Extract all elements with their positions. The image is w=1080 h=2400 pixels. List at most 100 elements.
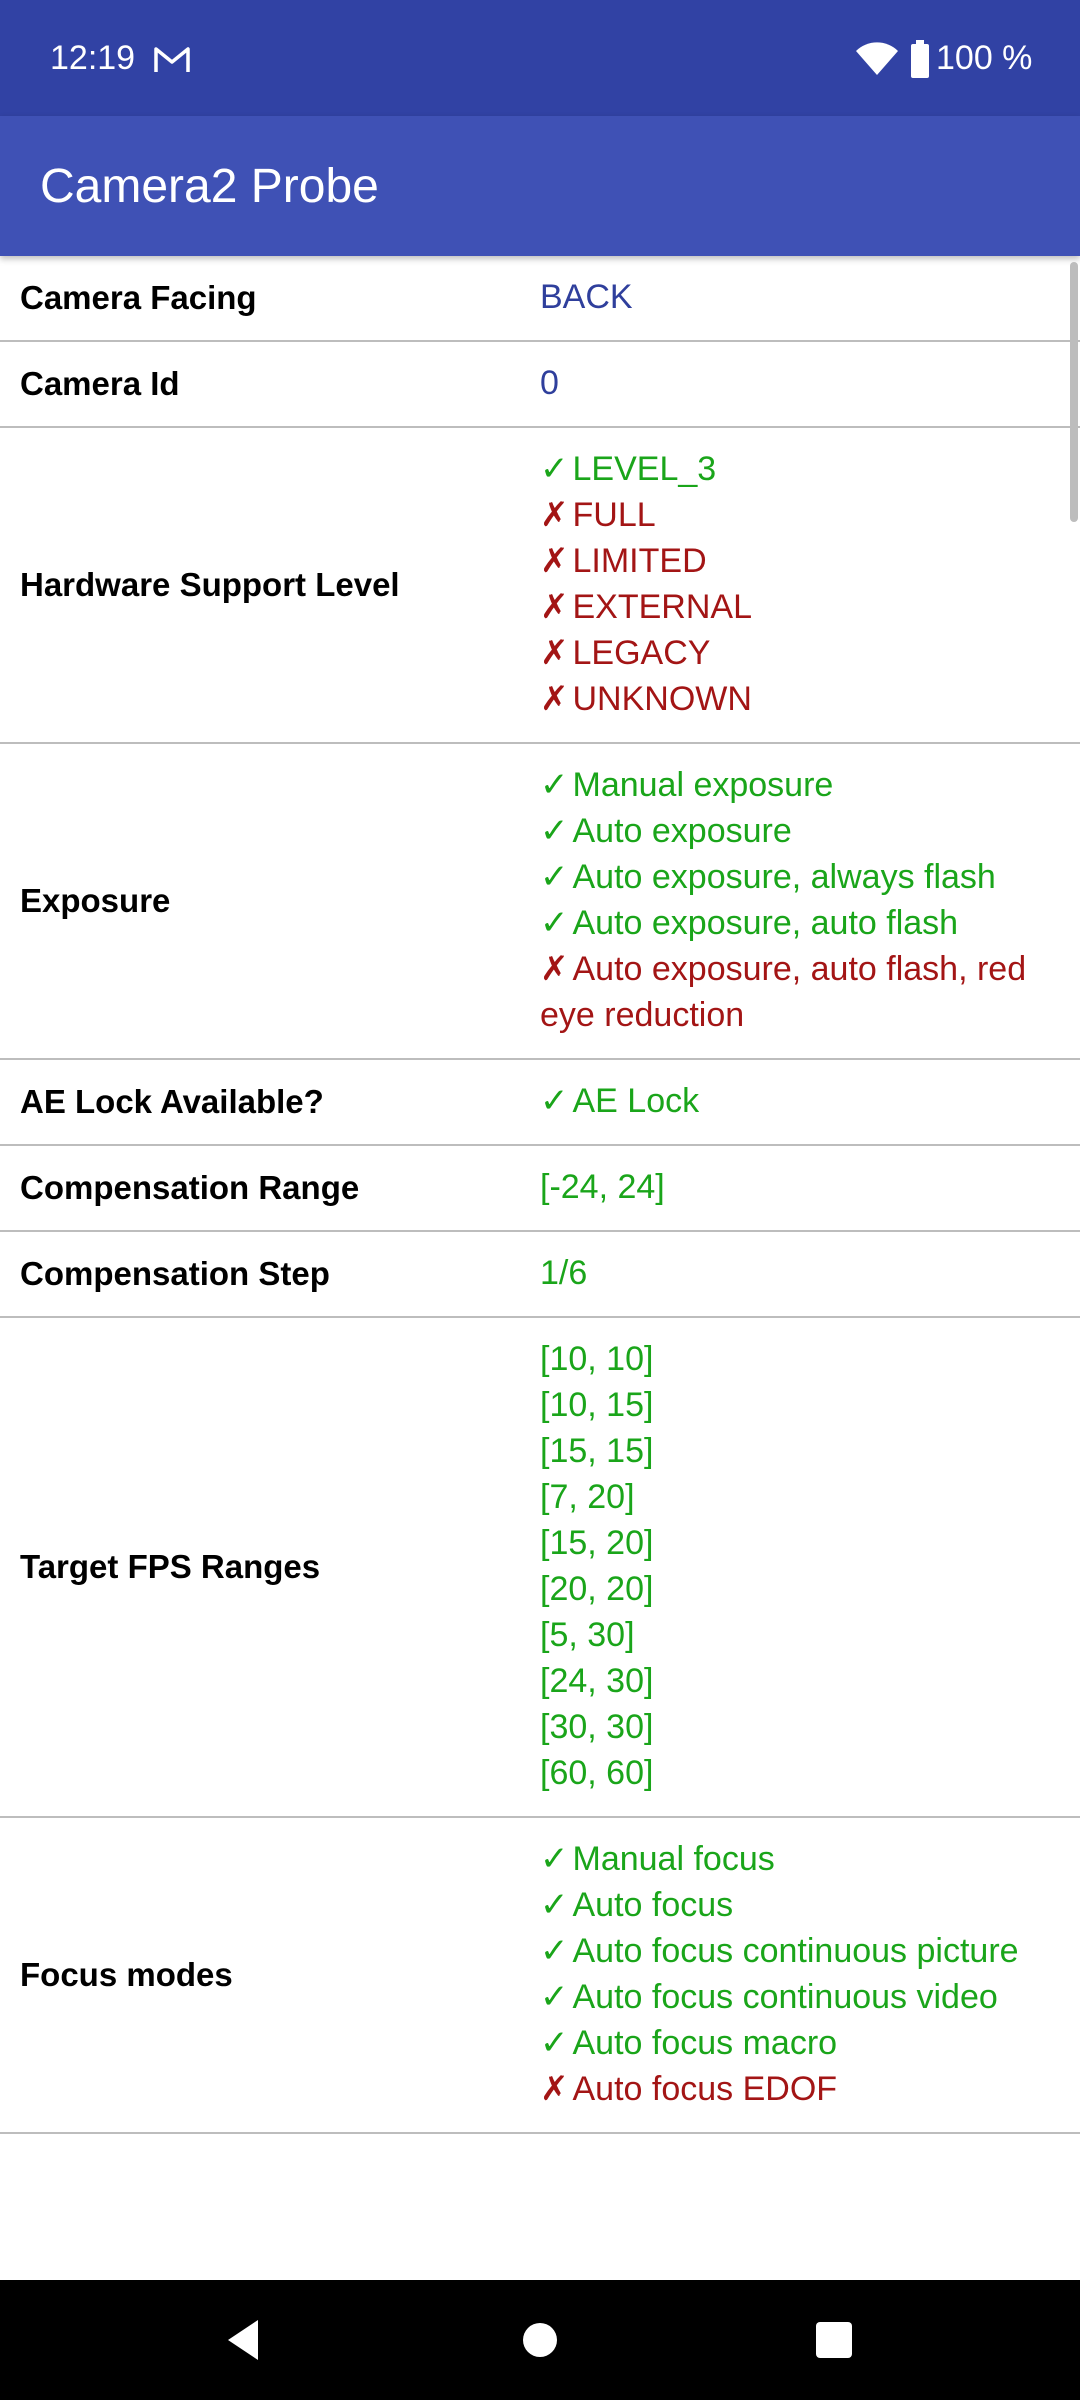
check-icon: ✓ [540,450,569,488]
property-values: ✓ LEVEL_3 ✗ FULL ✗ LIMITED ✗ EXTERNAL ✗ LEGACY ✗ UN… [540,428,1060,742]
property-value: [24, 30] [540,1658,1060,1704]
property-value: ✗ Auto exposure, auto flash, red eye redu… [540,946,1060,1038]
property-value: [7, 20] [540,1474,1060,1520]
cross-icon: ✗ [540,2070,569,2108]
check-icon: ✓ [540,766,569,804]
property-value: [30, 30] [540,1704,1060,1750]
property-label: Camera Id [20,365,180,402]
property-value: ✓ Auto exposure [540,808,1060,854]
property-value-text: LEGACY [572,634,711,672]
property-label: Target FPS Ranges [20,1548,321,1585]
property-value: [10, 15] [540,1382,1060,1428]
camera-properties-list[interactable]: Camera Facing BACK Camera Id 0 Hardware Supp… [0,256,1080,2280]
check-icon: ✓ [540,1840,569,1878]
property-value-text: [5, 30] [540,1616,635,1654]
property-value-text: [10, 10] [540,1340,654,1378]
property-value-text: Auto exposure, always flash [572,858,996,896]
property-value: [60, 60] [540,1750,1060,1796]
property-value: ✓ LEVEL_3 [540,446,1060,492]
table-row: Camera Id 0 [0,342,1080,428]
battery-percent: 100 % [936,39,1033,77]
property-value-text: Manual focus [572,1840,775,1878]
table-row: Focus modes ✓ Manual focus ✓ Auto focus ✓ Auto… [0,1818,1080,2134]
table-row: Compensation Step 1/6 [0,1232,1080,1318]
property-value: [15, 15] [540,1428,1060,1474]
wifi-icon [856,42,898,75]
status-bar: 12:19 100 % [0,0,1080,116]
property-values: [-24, 24] [540,1146,1060,1230]
cross-icon: ✗ [540,588,569,626]
property-value: ✓ Auto exposure, auto flash [540,900,1060,946]
property-value-text: 1/6 [540,1254,588,1292]
property-value: ✓ Manual focus [540,1836,1060,1882]
property-value: [-24, 24] [540,1164,1060,1210]
property-label: Hardware Support Level [20,566,400,603]
property-values: 0 [540,342,1060,426]
app-bar: Camera2 Probe [0,116,1080,256]
property-label: Exposure [20,882,171,919]
table-row: Camera Facing BACK [0,256,1080,342]
property-value: ✓ Auto focus macro [540,2020,1060,2066]
property-value: [10, 10] [540,1336,1060,1382]
check-icon: ✓ [540,1978,569,2016]
property-value: ✓ Auto focus continuous picture [540,1928,1060,1974]
property-value-text: LIMITED [572,542,707,580]
back-icon[interactable] [208,2304,280,2376]
property-value-text: Manual exposure [572,766,834,804]
property-value-text: Auto focus continuous video [572,1978,998,2016]
property-value-text: [24, 30] [540,1662,654,1700]
check-icon: ✓ [540,858,569,896]
property-label: Focus modes [20,1956,233,1993]
table-row: Exposure ✓ Manual exposure ✓ Auto exposure ✓ A… [0,744,1080,1060]
property-value-text: Auto focus EDOF [572,2070,838,2108]
cross-icon: ✗ [540,542,569,580]
property-value: ✓ Manual exposure [540,762,1060,808]
property-value-text: BACK [540,278,633,316]
table-row: AE Lock Available? ✓ AE Lock [0,1060,1080,1146]
check-icon: ✓ [540,2024,569,2062]
property-value-text: [30, 30] [540,1708,654,1746]
property-value-text: [10, 15] [540,1386,654,1424]
property-value: 0 [540,360,1060,406]
check-icon: ✓ [540,1886,569,1924]
home-icon[interactable] [504,2304,576,2376]
property-value: ✗ EXTERNAL [540,584,1060,630]
property-value: ✗ LEGACY [540,630,1060,676]
property-value-text: EXTERNAL [572,588,753,626]
property-label: Compensation Range [20,1169,360,1206]
property-value: [15, 20] [540,1520,1060,1566]
property-value: [20, 20] [540,1566,1060,1612]
check-icon: ✓ [540,1082,569,1120]
property-value-text: Auto exposure [572,812,792,850]
cross-icon: ✗ [540,950,569,988]
property-value-text: FULL [572,496,656,534]
status-time: 12:19 [50,39,136,77]
property-label: Compensation Step [20,1255,330,1292]
property-value: ✗ UNKNOWN [540,676,1060,722]
property-value: ✓ AE Lock [540,1078,1060,1124]
property-values: BACK [540,256,1060,340]
gmail-icon [154,47,190,72]
recents-icon[interactable] [798,2304,870,2376]
property-values: 1/6 [540,1232,1060,1316]
app-title: Camera2 Probe [40,160,379,213]
check-icon: ✓ [540,812,569,850]
check-icon: ✓ [540,1932,569,1970]
scrollbar[interactable] [1070,262,1078,522]
property-label: AE Lock Available? [20,1083,324,1120]
navigation-bar [0,2280,1080,2400]
property-value-text: LEVEL_3 [572,450,717,488]
table-row: Hardware Support Level ✓ LEVEL_3 ✗ FULL ✗ LIMI… [0,428,1080,744]
property-value-text: UNKNOWN [572,680,752,718]
property-values: ✓ Manual exposure ✓ Auto exposure ✓ Auto expo… [540,744,1060,1058]
cross-icon: ✗ [540,634,569,672]
property-value-text: [15, 15] [540,1432,654,1470]
property-value-text: Auto exposure, auto flash [572,904,959,942]
property-values: ✓ AE Lock [540,1060,1060,1144]
property-value: ✓ Auto focus [540,1882,1060,1928]
cross-icon: ✗ [540,496,569,534]
property-value: ✓ Auto exposure, always flash [540,854,1060,900]
property-value-text: [7, 20] [540,1478,635,1516]
property-value: 1/6 [540,1250,1060,1296]
table-row: Target FPS Ranges [10, 10] [10, 15] [15, 15… [0,1318,1080,1818]
